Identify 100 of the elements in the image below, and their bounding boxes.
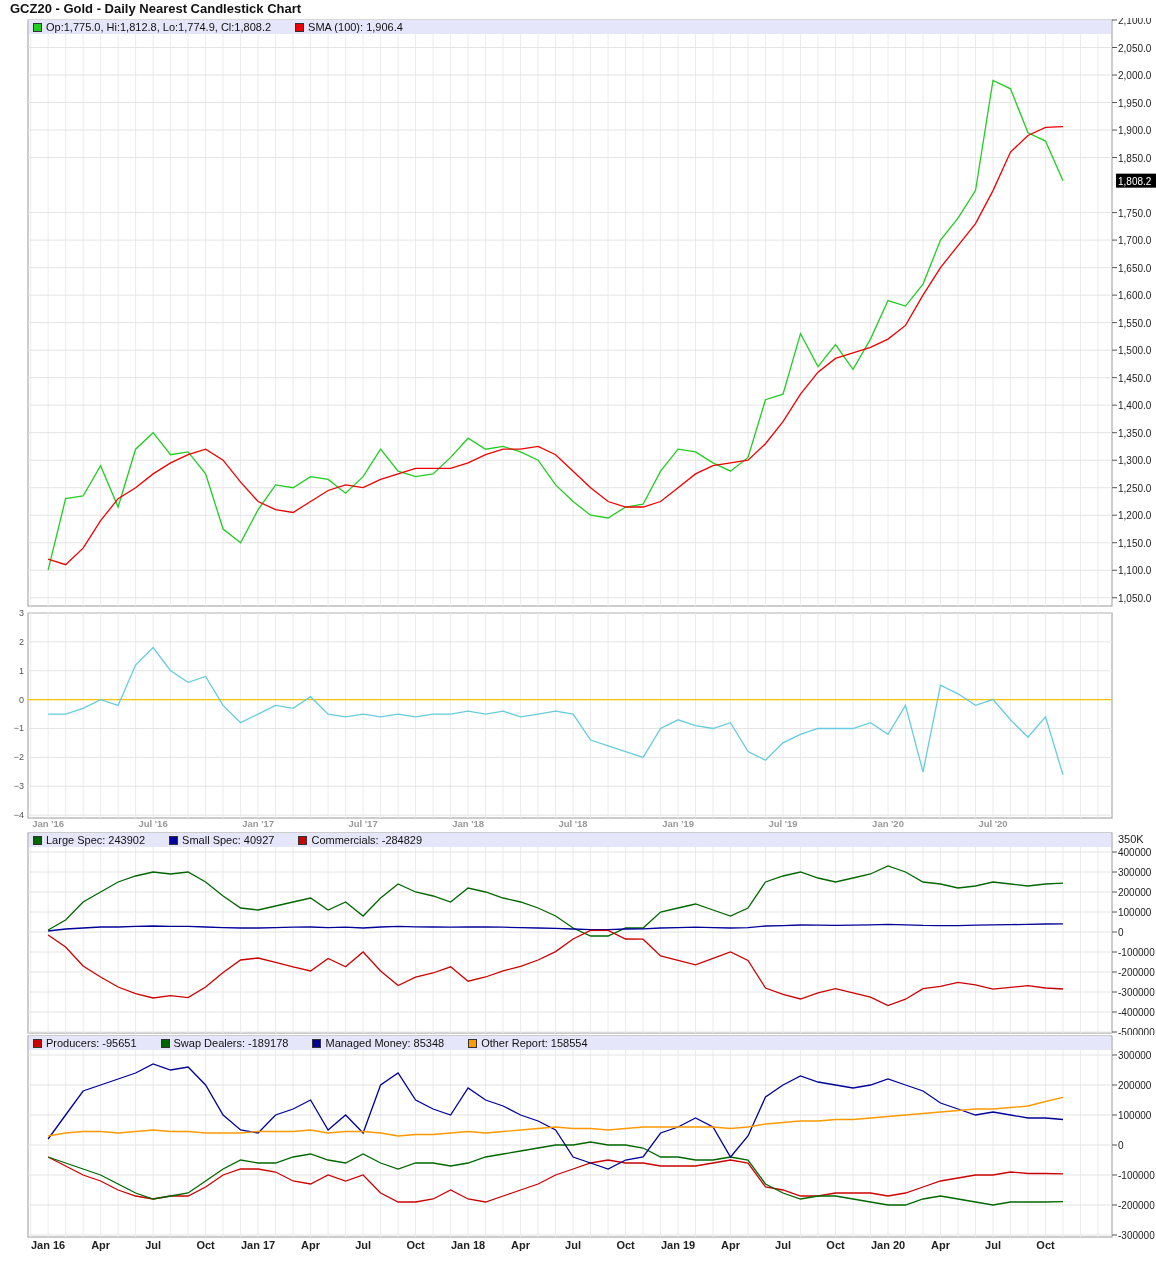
axis-label: Apr	[301, 1239, 321, 1251]
axis-label: 1,850.0	[1111, 152, 1152, 164]
axis-label: 1,900.0	[1111, 125, 1152, 137]
y-tick-label: -300000	[1118, 987, 1156, 998]
axis-label: −2	[13, 752, 24, 763]
axis-label: -100000	[1111, 947, 1155, 958]
axis-label: Jan 20	[870, 1239, 906, 1251]
axis-label: Jul '19	[768, 818, 798, 829]
axis-label: Jan 19	[660, 1239, 696, 1251]
legend-label: Managed Money: 85348	[325, 1036, 445, 1050]
axis-label: 2,050.0	[1111, 42, 1152, 54]
y-tick-label: 100000	[1118, 1110, 1152, 1121]
axis-label: -300000	[1111, 1230, 1155, 1241]
axis-label: −1	[13, 723, 24, 734]
axis-label: Jul	[565, 1239, 581, 1251]
y-tick-label: 300000	[1118, 867, 1152, 878]
axis-label: 100000	[1111, 1110, 1152, 1121]
axis-label: 300000	[1111, 867, 1152, 878]
y-tick-label: -200000	[1118, 967, 1156, 978]
axis-label: 1,950.0	[1111, 97, 1152, 109]
y-tick-label: 300000	[1118, 1050, 1152, 1061]
axis-label: Jan '18	[452, 818, 484, 829]
axis-label: Jan 18	[450, 1239, 486, 1251]
y-tick-label: 1,650.0	[1118, 262, 1152, 274]
axis-label: Apr	[511, 1239, 531, 1251]
axis-label: Jul '20	[978, 818, 1008, 829]
axis-label: Jul	[145, 1239, 162, 1251]
axis-label: 200000	[1111, 1080, 1152, 1091]
axis-label: Jul '17	[348, 818, 378, 829]
axis-label: 1,150.0	[1111, 537, 1152, 549]
legend-label: Small Spec: 40927	[182, 833, 275, 847]
y-tick-label: 0	[1118, 1140, 1124, 1151]
axis-label: Apr	[91, 1239, 111, 1251]
axis-label: Oct	[196, 1239, 215, 1251]
legend-label: Large Spec: 243902	[46, 833, 146, 847]
axis-label: 200000	[1111, 887, 1152, 898]
axis-label: Jul '16	[138, 818, 168, 829]
axis-label: Oct	[406, 1239, 425, 1251]
axis-label: 1,100.0	[1111, 565, 1152, 577]
y-tick-label: 1,100.0	[1118, 565, 1152, 577]
axis-label: -300000	[1111, 987, 1155, 998]
axis-label: Apr	[931, 1239, 950, 1251]
legend-label: Swap Dealers: -189178	[173, 1036, 289, 1050]
axis-label: 0	[1111, 927, 1124, 938]
axis-label: 0	[1111, 1140, 1124, 1151]
y-tick-label: 1,900.0	[1118, 125, 1152, 137]
y-tick-label: 1,450.0	[1118, 372, 1152, 384]
axis-label: 2	[19, 636, 24, 647]
axis-label: Jan '19	[662, 818, 694, 829]
y-tick-label: 2,000.0	[1118, 70, 1152, 82]
y-tick-label: 1,550.0	[1118, 317, 1152, 329]
axis-label: 1,650.0	[1111, 262, 1152, 274]
y-tick-label: 1,050.0	[1118, 592, 1152, 604]
y-tick-label: 400000	[1118, 847, 1152, 858]
y-tick-label: 0	[1118, 927, 1124, 938]
axis-label: 1,700.0	[1111, 235, 1152, 247]
y-tick-label: -200000	[1118, 1200, 1156, 1211]
axis-label: 2,000.0	[1111, 70, 1152, 81]
legend-label: Op:1,775.0, Hi:1,812.8, Lo:1,774.9, Cl:1,808.2	[46, 20, 272, 34]
axis-label: 1,500.0	[1111, 345, 1152, 357]
y-tick-label: 1,750.0	[1118, 207, 1152, 219]
legend-label: SMA (100): 1,906.4	[308, 20, 403, 34]
axis-label: 300000	[1111, 1050, 1152, 1061]
axis-label: 1,200.0	[1111, 510, 1152, 522]
axis-label: 1,350.0	[1111, 427, 1152, 439]
legend-label: Commercials: -284829	[311, 833, 423, 847]
y-tick-label: 200000	[1118, 887, 1152, 898]
axis-label: -200000	[1111, 1200, 1155, 1211]
y-tick-label: 1,400.0	[1118, 400, 1152, 412]
axis-label: Oct	[826, 1239, 845, 1251]
y-tick-label: 1,250.0	[1118, 482, 1152, 494]
y-tick-label: -400000	[1118, 1007, 1156, 1018]
y-tick-label: 200000	[1118, 1080, 1152, 1091]
axis-label: -200000	[1111, 967, 1155, 978]
y-tick-label: 2,050.0	[1118, 42, 1152, 54]
axis-label: 1,750.0	[1111, 207, 1152, 219]
axis-label: 0	[19, 694, 24, 705]
y-tick-label: 1,150.0	[1118, 537, 1152, 549]
axis-label: Jan 16	[31, 1239, 66, 1251]
axis-label: 1	[19, 665, 24, 676]
y-tick-label: 1,350.0	[1118, 427, 1152, 439]
axis-label: Jan '17	[242, 818, 274, 829]
axis-label: 1,400.0	[1111, 400, 1152, 412]
y-tick-label: 1,600.0	[1118, 290, 1152, 302]
chart-title: GCZ20 - Gold - Daily Nearest Candlestick Chart	[9, 0, 302, 18]
axis-label: 1,300.0	[1111, 455, 1152, 467]
axis-label: Jan '20	[872, 818, 904, 829]
axis-label: 1,600.0	[1111, 290, 1152, 302]
axis-label: -100000	[1111, 1170, 1155, 1181]
y-tick-label: -100000	[1118, 947, 1156, 958]
y-tick-label: 100000	[1118, 907, 1152, 918]
axis-label: −3	[13, 781, 24, 792]
y-tick-label: 1,200.0	[1118, 510, 1152, 522]
axis-label: Jul '18	[558, 818, 588, 829]
y-tick-label: 1,500.0	[1118, 345, 1152, 357]
axis-label: 1,550.0	[1111, 317, 1152, 329]
axis-label: Jul	[985, 1239, 1001, 1251]
y-tick-label: 1,300.0	[1118, 455, 1152, 467]
last-price-label: 1,808.2	[1116, 173, 1156, 188]
axis-label: Jan 17	[240, 1239, 276, 1251]
